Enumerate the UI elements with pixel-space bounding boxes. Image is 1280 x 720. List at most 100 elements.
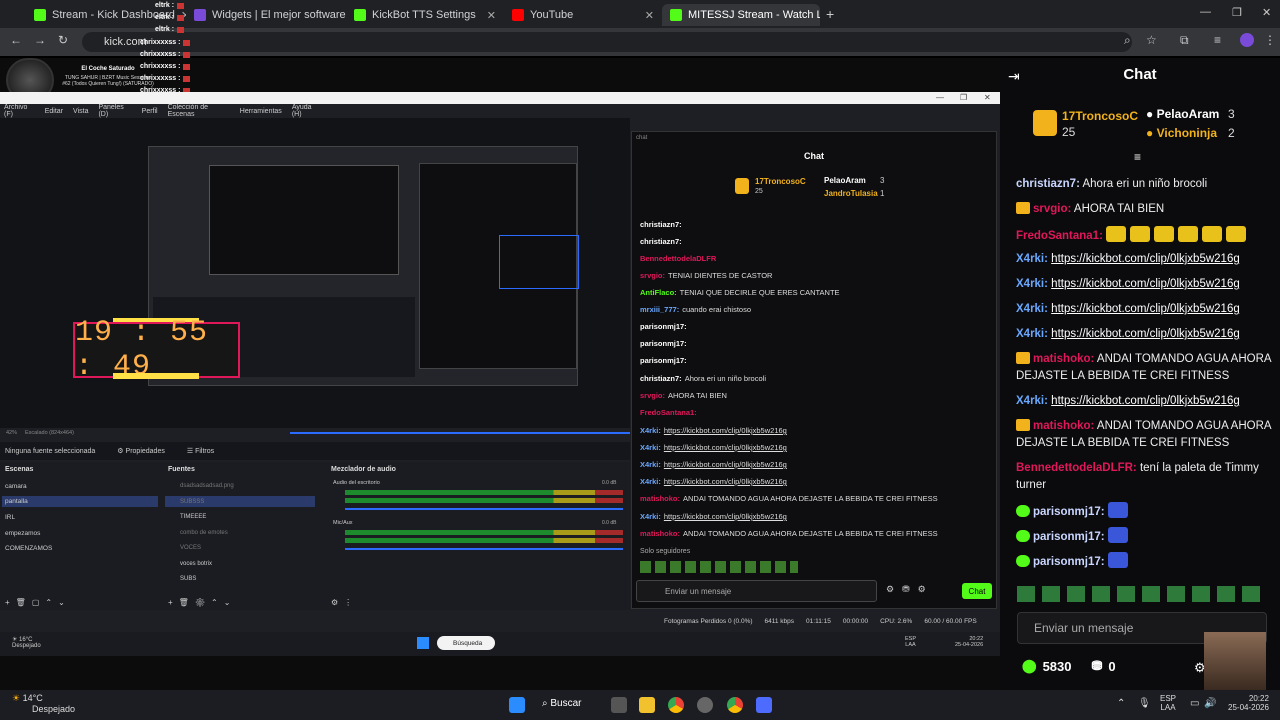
tab-mitessj[interactable]: MITESSJ Stream - Watch Li✕ xyxy=(662,4,820,26)
inner-chat-username[interactable]: AntiFlaco: xyxy=(640,288,677,297)
chat-username[interactable]: parisonmj17: xyxy=(1033,556,1105,568)
zoom-icon[interactable]: ⌕ xyxy=(1124,33,1131,48)
taskbar-search[interactable]: ⌕ Buscar xyxy=(542,698,582,709)
source-item[interactable]: SUBS xyxy=(180,576,196,582)
inner-chat-tools[interactable]: ⚙⛃⚙ xyxy=(886,584,934,595)
rank2-name[interactable]: ● PelaoAram xyxy=(1146,107,1219,121)
chat-text[interactable]: https://kickbot.com/clip/0lkjxb5w216g xyxy=(1051,395,1240,407)
language-indicator[interactable]: ESP LAA xyxy=(1160,694,1176,712)
inner-chat-username[interactable]: srvgio: xyxy=(640,391,665,400)
scene-item[interactable]: COMENZAMOS xyxy=(5,545,52,552)
reload-icon[interactable]: ↻ xyxy=(58,33,68,47)
tab-kickbot[interactable]: KickBot TTS Settings ✕ xyxy=(346,4,504,26)
chat-username[interactable]: srvgio: xyxy=(1033,203,1071,215)
menu-vista[interactable]: Vista xyxy=(73,108,88,115)
profile-avatar[interactable] xyxy=(1240,33,1254,47)
inner-start-icon[interactable] xyxy=(417,637,429,649)
source-item[interactable]: VOCES xyxy=(180,545,201,551)
new-tab-icon[interactable]: + xyxy=(826,6,834,22)
menu-dots-icon[interactable]: ⋮ xyxy=(1264,33,1276,47)
inner-chat-username[interactable]: BennedettodelaDLFR xyxy=(640,254,716,263)
inner-chat-username[interactable]: christiazn7: xyxy=(640,374,682,383)
chat-username[interactable]: X4rki: xyxy=(1016,328,1048,340)
menu-perfil[interactable]: Perfil xyxy=(142,108,158,115)
app-icon[interactable] xyxy=(756,697,772,713)
channel-points[interactable]: ⬤ 5830 ⛃ 0 xyxy=(1022,658,1116,674)
chat-username[interactable]: christiazn7: xyxy=(1016,178,1080,190)
inner-chat-username[interactable]: FredoSantana1: xyxy=(640,408,697,417)
extensions-icon[interactable]: ⧉ xyxy=(1180,33,1189,48)
obs-close-icon[interactable]: ✕ xyxy=(984,93,991,102)
chat-text[interactable]: https://kickbot.com/clip/0lkjxb5w216g xyxy=(1051,278,1240,290)
maximize-icon[interactable]: ❐ xyxy=(1232,6,1242,19)
forward-icon[interactable]: → xyxy=(34,33,46,47)
chrome-icon[interactable] xyxy=(727,697,743,713)
source-item[interactable]: voces botrix xyxy=(180,561,212,567)
rank3-name[interactable]: ● Vichoninja xyxy=(1146,126,1217,140)
windows-start-icon[interactable] xyxy=(509,697,525,713)
inner-chat-username[interactable]: X4rki: xyxy=(640,512,661,521)
inner-chat-username[interactable]: X4rki: xyxy=(640,460,661,469)
menu-editar[interactable]: Editar xyxy=(45,108,63,115)
close-icon[interactable]: ✕ xyxy=(487,9,496,22)
scene-item[interactable]: empezamos xyxy=(5,530,40,537)
bookmark-icon[interactable]: ☆ xyxy=(1146,33,1157,47)
volume-slider[interactable] xyxy=(345,548,623,550)
pin-icon[interactable]: ≡ xyxy=(1134,150,1141,164)
chat-username[interactable]: FredoSantana1: xyxy=(1016,230,1103,242)
chat-text[interactable]: https://kickbot.com/clip/0lkjxb5w216g xyxy=(1051,253,1240,265)
inner-chat-username[interactable]: X4rki: xyxy=(640,477,661,486)
chat-username[interactable]: X4rki: xyxy=(1016,253,1048,265)
volume-slider[interactable] xyxy=(345,508,623,510)
source-controls[interactable]: +🗑⚙⌃⌄ xyxy=(168,598,236,607)
chat-username[interactable]: BennedettodelaDLFR: xyxy=(1016,462,1137,474)
minimize-icon[interactable]: — xyxy=(1200,6,1211,18)
chat-text[interactable]: https://kickbot.com/clip/0lkjxb5w216g xyxy=(1051,328,1240,340)
obs-minimize-icon[interactable]: — xyxy=(936,93,944,102)
volume-icon[interactable]: 🔊 xyxy=(1204,698,1216,709)
obs-icon[interactable] xyxy=(697,697,713,713)
inner-chat-username[interactable]: matishoko: xyxy=(640,529,680,538)
scene-item[interactable]: IRL xyxy=(5,514,15,521)
inner-chat-input[interactable]: Enviar un mensaje xyxy=(636,580,877,602)
menu-ayuda[interactable]: Ayuda (H) xyxy=(292,104,320,118)
menu-archivo[interactable]: Archivo (F) xyxy=(4,104,35,118)
network-icon[interactable]: ▭ xyxy=(1190,698,1199,709)
chat-username[interactable]: parisonmj17: xyxy=(1033,506,1105,518)
chat-username[interactable]: X4rki: xyxy=(1016,395,1048,407)
properties-button[interactable]: ⚙ Propiedades xyxy=(117,447,165,455)
tray-chevron-icon[interactable]: ⌃ xyxy=(1117,698,1125,709)
inner-chat-username[interactable]: matishoko: xyxy=(640,494,680,503)
inner-chat-username[interactable]: X4rki: xyxy=(640,443,661,452)
chat-username[interactable]: matishoko: xyxy=(1033,420,1094,432)
weather-widget[interactable]: ☀ 14°C Despejado xyxy=(12,693,75,714)
inner-chat-username[interactable]: christiazn7: xyxy=(640,237,682,246)
quick-emotes-bar[interactable] xyxy=(1017,586,1267,602)
media-icon[interactable]: ≡ xyxy=(1214,33,1221,47)
close-icon[interactable]: ✕ xyxy=(645,9,654,22)
inner-chat-username[interactable]: srvgio: xyxy=(640,271,665,280)
inner-chat-username[interactable]: X4rki: xyxy=(640,426,661,435)
emote-bar[interactable] xyxy=(640,561,798,573)
chat-username[interactable]: parisonmj17: xyxy=(1033,531,1105,543)
chat-text[interactable]: https://kickbot.com/clip/0lkjxb5w216g xyxy=(1051,303,1240,315)
inner-chat-username[interactable]: mrxiii_777: xyxy=(640,305,679,314)
scene-item[interactable]: pantalla xyxy=(5,498,28,505)
file-explorer-icon[interactable] xyxy=(639,697,655,713)
scene-item[interactable]: camara xyxy=(5,483,27,490)
inner-chat-username[interactable]: parisonmj17: xyxy=(640,339,687,348)
clock[interactable]: 20:22 25-04-2026 xyxy=(1228,694,1269,712)
chrome-icon[interactable] xyxy=(668,697,684,713)
rank1-name[interactable]: 17TroncosoC xyxy=(1062,109,1138,123)
inner-search-box[interactable]: Búsqueda xyxy=(437,636,495,650)
inner-chat-username[interactable]: christiazn7: xyxy=(640,220,682,229)
scene-controls[interactable]: +🗑▢⌃⌄ xyxy=(5,598,71,607)
inner-chat-username[interactable]: parisonmj17: xyxy=(640,356,687,365)
tab-widgets[interactable]: Widgets | El mejor software pa✕ xyxy=(186,4,346,26)
source-item[interactable]: TIMEEEE xyxy=(180,514,206,520)
scrollbar[interactable] xyxy=(290,432,630,434)
source-item[interactable]: combo de emotes xyxy=(180,530,228,536)
back-icon[interactable]: ← xyxy=(10,33,22,47)
mixer-controls[interactable]: ⚙⋮ xyxy=(331,598,358,607)
tab-youtube[interactable]: YouTube ✕ xyxy=(504,4,662,26)
